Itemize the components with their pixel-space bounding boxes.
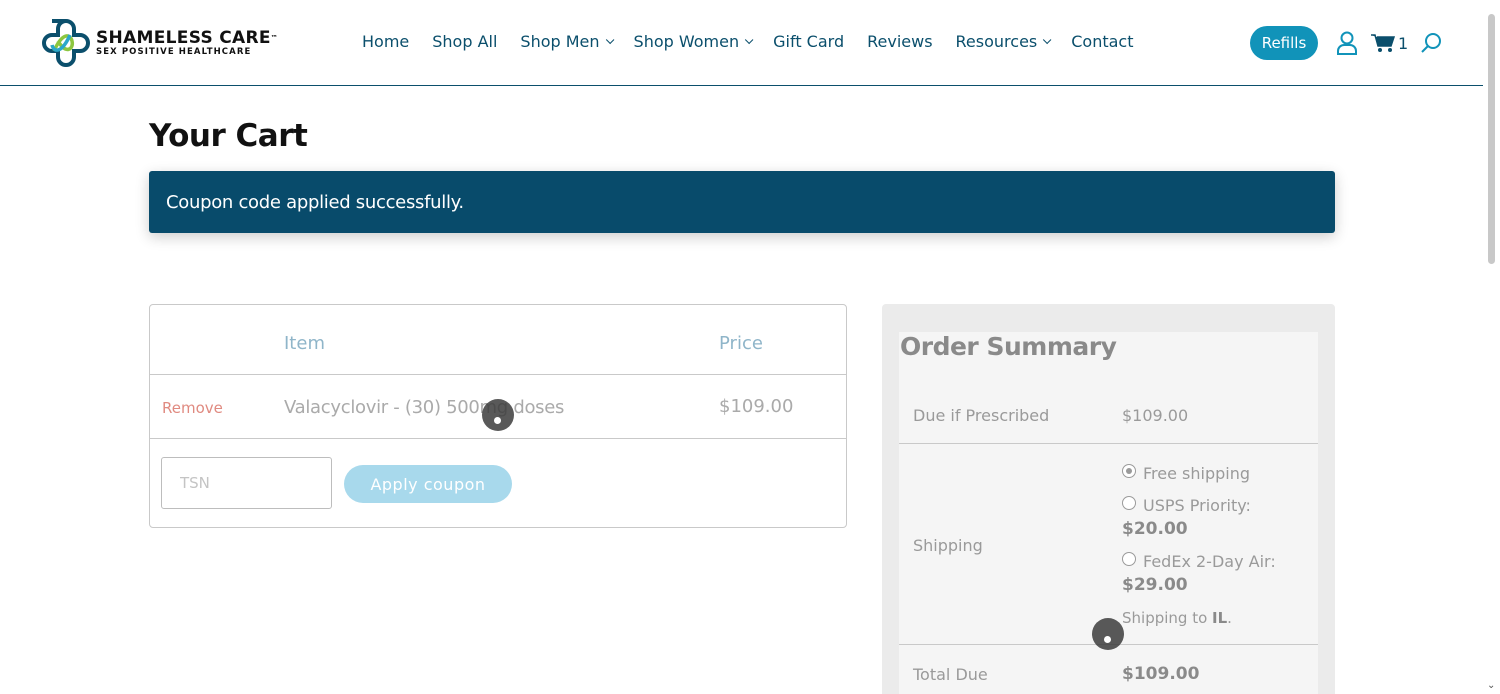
refills-button[interactable]: Refills	[1250, 26, 1318, 60]
shipping-price-usps: $20.00	[1122, 519, 1188, 539]
cursor-indicator	[1092, 618, 1124, 650]
logo-icon	[41, 19, 91, 68]
shipping-option-fedex[interactable]: FedEx 2-Day Air:	[1143, 552, 1276, 571]
nav-shop-women[interactable]: Shop Women	[634, 32, 754, 51]
cart-icon[interactable]	[1371, 33, 1395, 53]
nav-contact[interactable]: Contact	[1071, 32, 1133, 51]
coupon-success-notice: Coupon code applied successfully.	[149, 171, 1335, 233]
column-header-item: Item	[284, 333, 325, 354]
shipping-destination: Shipping to IL.	[1122, 609, 1232, 627]
logo[interactable]: SHAMELESS CARE™ SEX POSITIVE HEALTHCARE	[32, 13, 282, 73]
chevron-down-icon	[1043, 35, 1052, 44]
column-header-price: Price	[719, 333, 763, 354]
shipping-radio-free[interactable]	[1122, 464, 1136, 478]
chevron-down-icon	[605, 35, 614, 44]
shipping-price-fedex: $29.00	[1122, 575, 1188, 595]
apply-coupon-button[interactable]: Apply coupon	[344, 465, 512, 503]
due-label: Due if Prescribed	[913, 406, 1050, 425]
logo-subtitle: SEX POSITIVE HEALTHCARE	[96, 46, 252, 57]
nav-reviews[interactable]: Reviews	[867, 32, 932, 51]
total-label: Total Due	[913, 665, 988, 684]
page-title: Your Cart	[149, 118, 308, 154]
nav-shop-men[interactable]: Shop Men	[520, 32, 614, 51]
item-name[interactable]: Valacyclovir - (30) 500mg doses	[284, 397, 564, 418]
shipping-radio-usps[interactable]	[1122, 496, 1136, 510]
page-scrollbar[interactable]: ⌄	[1483, 0, 1500, 694]
user-icon[interactable]	[1336, 31, 1358, 55]
nav-home[interactable]: Home	[362, 32, 409, 51]
shipping-option-usps[interactable]: USPS Priority:	[1143, 496, 1251, 515]
scroll-thumb[interactable]	[1488, 14, 1495, 264]
cart-table-header: Item Price	[150, 305, 846, 375]
item-price: $109.00	[719, 396, 794, 417]
nav-gift-card[interactable]: Gift Card	[773, 32, 844, 51]
coupon-code-input[interactable]	[161, 457, 332, 509]
shipping-option-free[interactable]: Free shipping	[1143, 464, 1250, 483]
remove-item-link[interactable]: Remove	[162, 399, 223, 417]
shipping-radio-fedex[interactable]	[1122, 552, 1136, 566]
shipping-label: Shipping	[913, 536, 983, 555]
divider	[899, 443, 1318, 444]
main-nav: Home Shop All Shop Men Shop Women Gift C…	[362, 32, 1157, 51]
nav-resources[interactable]: Resources	[956, 32, 1052, 51]
order-summary-title: Order Summary	[900, 332, 1117, 361]
site-header: SHAMELESS CARE™ SEX POSITIVE HEALTHCARE …	[0, 0, 1483, 86]
logo-title: SHAMELESS CARE™	[96, 27, 279, 48]
due-value: $109.00	[1122, 406, 1189, 425]
cart-count[interactable]: 1	[1398, 34, 1408, 53]
scroll-down-icon[interactable]: ⌄	[1487, 680, 1495, 691]
search-icon[interactable]	[1421, 32, 1443, 54]
cursor-indicator	[482, 399, 514, 431]
chevron-down-icon	[745, 35, 754, 44]
nav-shop-all[interactable]: Shop All	[432, 32, 497, 51]
total-value: $109.00	[1122, 664, 1200, 684]
